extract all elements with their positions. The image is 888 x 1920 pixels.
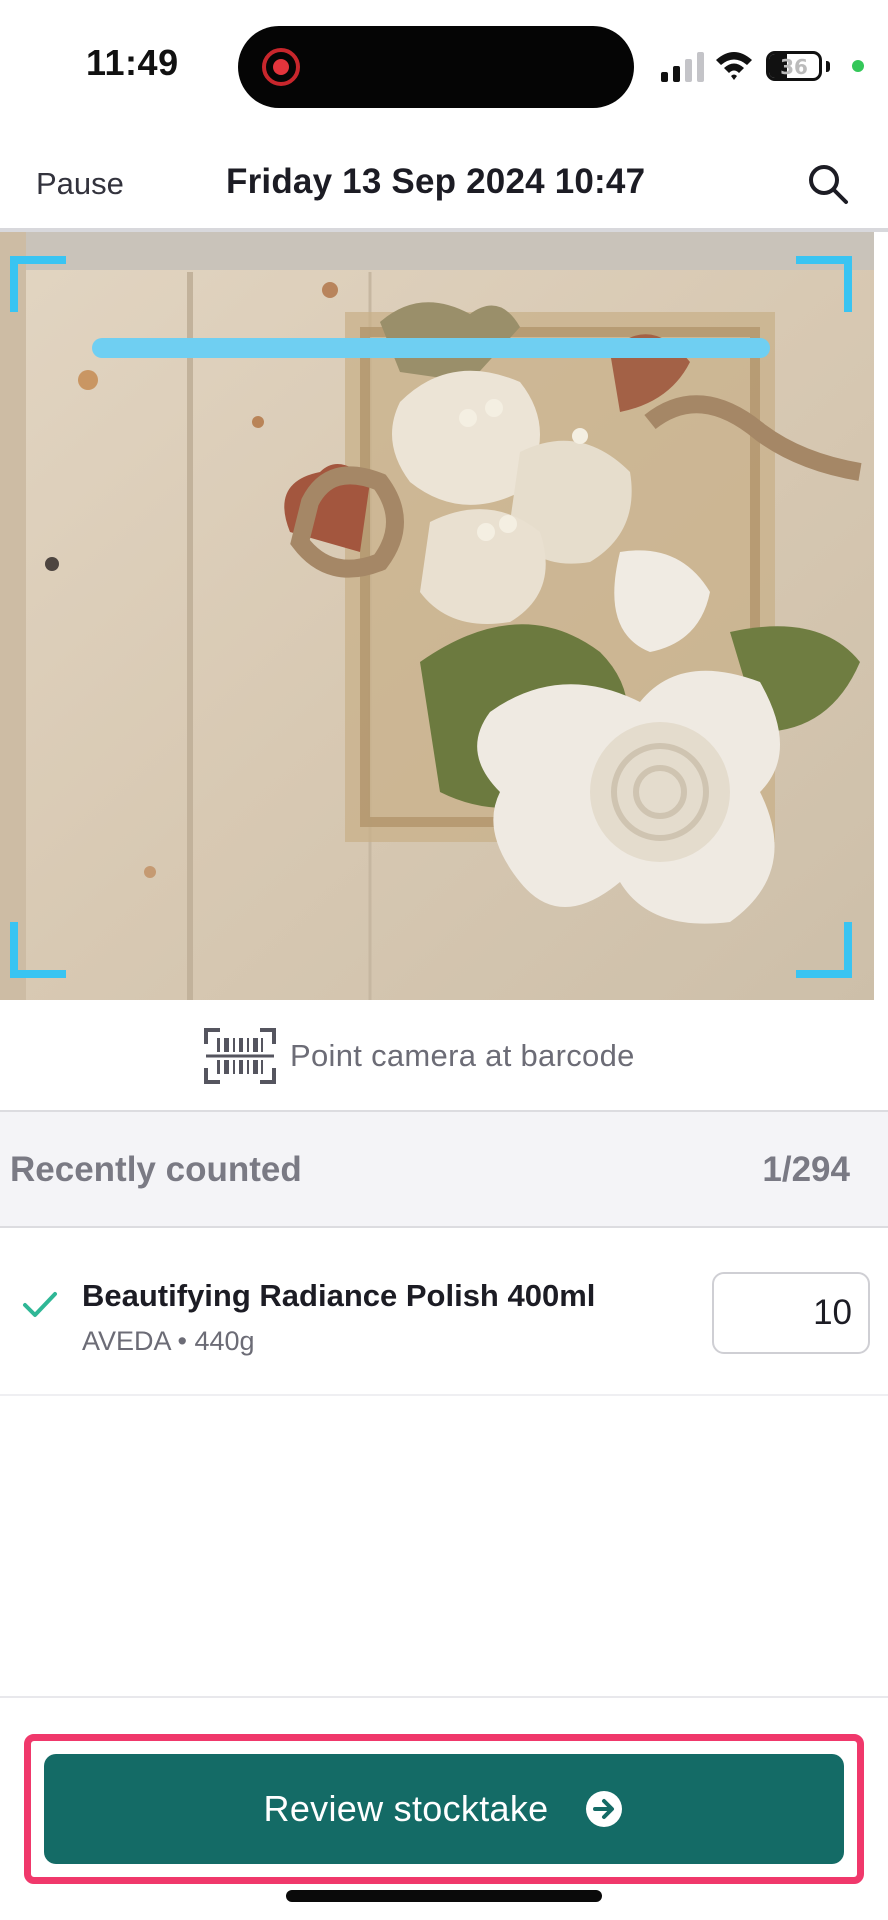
privacy-indicator-icon: [852, 60, 864, 72]
scan-line: [92, 338, 770, 358]
scan-frame-corner-bottom-left: [10, 922, 66, 978]
footer-divider: [0, 1696, 888, 1698]
pause-button[interactable]: Pause: [36, 166, 124, 202]
cellular-signal-icon: [661, 52, 704, 82]
recently-counted-title: Recently counted: [10, 1150, 302, 1189]
item-name: Beautifying Radiance Polish 400ml: [82, 1278, 596, 1313]
wifi-icon: [716, 52, 752, 80]
header: Pause Friday 13 Sep 2024 10:47: [0, 138, 888, 230]
scan-frame-corner-top-right: [796, 256, 852, 312]
list-item[interactable]: Beautifying Radiance Polish 400ml AVEDA …: [0, 1228, 888, 1396]
scan-hint-text: Point camera at barcode: [290, 1038, 635, 1073]
status-time: 11:49: [86, 42, 179, 83]
battery-icon: 36: [766, 51, 822, 81]
home-indicator: [286, 1890, 602, 1902]
check-icon: [23, 1292, 57, 1317]
scan-frame-corner-top-left: [10, 256, 66, 312]
scan-frame-corner-bottom-right: [796, 922, 852, 978]
screen-recording-icon: [262, 48, 300, 86]
arrow-right-circle-icon: [586, 1791, 623, 1827]
camera-viewfinder: [0, 232, 874, 1000]
battery-cap: [826, 61, 830, 72]
search-icon[interactable]: [806, 162, 850, 206]
status-bar: 11:49 36: [0, 0, 888, 130]
item-brand-weight: AVEDA • 440g: [82, 1326, 255, 1356]
recently-counted-header: Recently counted 1/294: [0, 1110, 888, 1228]
dynamic-island: [238, 26, 634, 108]
quantity-input[interactable]: [712, 1272, 870, 1354]
page-title: Friday 13 Sep 2024 10:47: [226, 162, 646, 201]
barcode-icon: [204, 1028, 276, 1084]
scan-hint: Point camera at barcode: [0, 1000, 888, 1110]
counted-total: 1/294: [762, 1150, 850, 1189]
review-stocktake-label: Review stocktake: [263, 1788, 549, 1829]
review-stocktake-button[interactable]: Review stocktake: [44, 1754, 844, 1864]
battery-level: 36: [780, 55, 808, 79]
